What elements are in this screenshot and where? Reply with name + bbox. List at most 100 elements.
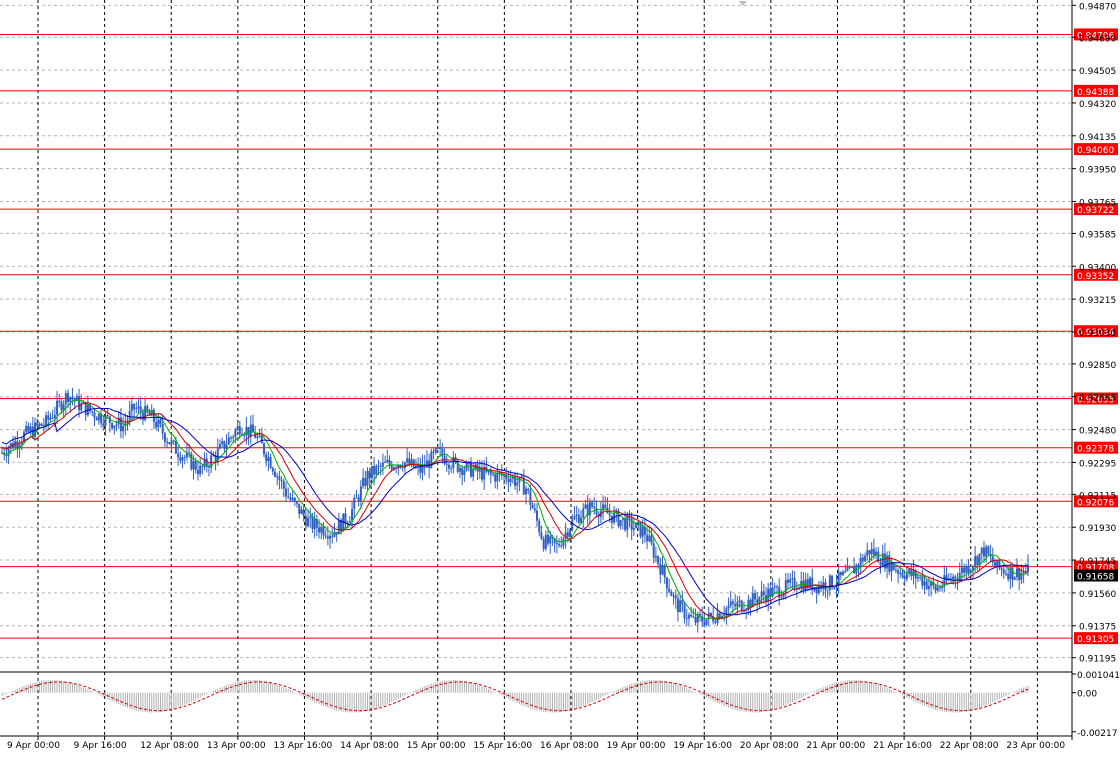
candle-body [987,546,990,554]
candle-body [447,464,450,469]
candle-body [146,405,149,413]
y-tick-label: 0.94505 [1079,67,1116,77]
candle-body [679,600,682,613]
candle-body [196,470,199,474]
candle-body [331,535,334,537]
candle-body [348,521,351,524]
candle-body [701,615,704,622]
candle-body [731,601,734,604]
candle-body [531,504,534,509]
candle-body [894,569,897,571]
candle-body [359,486,362,502]
x-tick-label: 21 Apr 16:00 [873,741,932,751]
candle-body [97,413,100,421]
candle-body [64,393,67,405]
candle-body [386,460,389,463]
candle-body [128,410,131,421]
x-tick-label: 9 Apr 00:00 [7,741,60,751]
candle-body [463,470,466,476]
candle-body [544,534,547,549]
candle-body [291,497,294,500]
candle-body [826,590,829,592]
y-tick-label: 0.93030 [1079,329,1116,339]
candle-body [650,535,653,544]
candle-body [36,422,39,426]
candle-body [641,527,644,537]
candle-body [170,440,173,445]
y-tick-label: 0.91375 [1079,623,1116,633]
candle-body [298,503,301,514]
candle-body [736,602,739,607]
chart-canvas[interactable]: 0.947060.943880.940600.937220.933520.930… [0,0,1120,758]
candle-body [756,599,759,603]
y-tick-label: 0.93215 [1079,296,1116,306]
candle-body [549,536,552,544]
candle-body [760,591,763,598]
candle-body [676,598,679,613]
candle-body [980,547,983,554]
candle-body [201,465,204,467]
candle-body [919,576,922,578]
candle-body [49,417,52,420]
candle-body [681,600,684,605]
candle-body [130,404,133,411]
candle-body [102,423,105,426]
candle-body [727,605,730,609]
candle-body [509,478,512,483]
candle-body [866,550,869,556]
candle-body [536,510,539,521]
candle-body [276,476,279,478]
candle-body [767,588,770,602]
candle-body [491,474,494,476]
candle-body [769,588,772,597]
y-tick-label: 0.93765 [1079,198,1116,208]
candle-body [846,566,849,572]
candle-body [899,572,902,574]
candle-body [199,465,202,474]
candle-body [740,600,743,612]
candle-body [320,526,323,533]
candle-body [652,543,655,558]
candle-body [604,504,607,508]
candle-body [978,553,981,565]
candle-body [787,579,790,583]
candle-body [258,435,261,437]
candle-body [95,417,98,421]
candle-body [159,419,162,424]
candle-body [364,478,367,486]
candle-body [157,419,160,428]
candle-body [329,535,332,539]
candle-body [168,442,171,445]
candle-body [245,427,248,436]
candle-body [738,600,741,603]
x-tick-label: 19 Apr 00:00 [607,741,666,751]
level-price-label: 0.93352 [1077,272,1114,282]
candle-body [916,577,919,579]
candle-body [529,490,532,505]
candle-body [318,527,321,533]
candle-body [163,433,166,442]
candle-body [890,562,893,572]
y-tick-label: 0.91745 [1079,557,1116,567]
candle-body [566,532,569,537]
candle-body [833,587,836,589]
x-tick-label: 20 Apr 08:00 [740,741,799,751]
candle-body [663,565,666,578]
candle-body [194,461,197,471]
candle-body [540,532,543,539]
candle-body [40,423,43,426]
x-tick-label: 9 Apr 16:00 [74,741,127,751]
candle-body [51,417,54,419]
candle-body [742,611,745,613]
candle-body [307,517,310,527]
candle-body [1015,568,1018,578]
candle-body [450,468,453,470]
candle-body [525,488,528,495]
price-chart[interactable]: 0.94706 0.94388 0.94060 0.93722 0.93352 0.930… [0,0,1120,758]
candle-body [174,440,177,454]
candle-body [278,476,281,480]
candle-body [698,613,701,616]
candle-body [593,506,596,509]
candle-body [839,571,842,576]
candle-body [313,518,316,529]
